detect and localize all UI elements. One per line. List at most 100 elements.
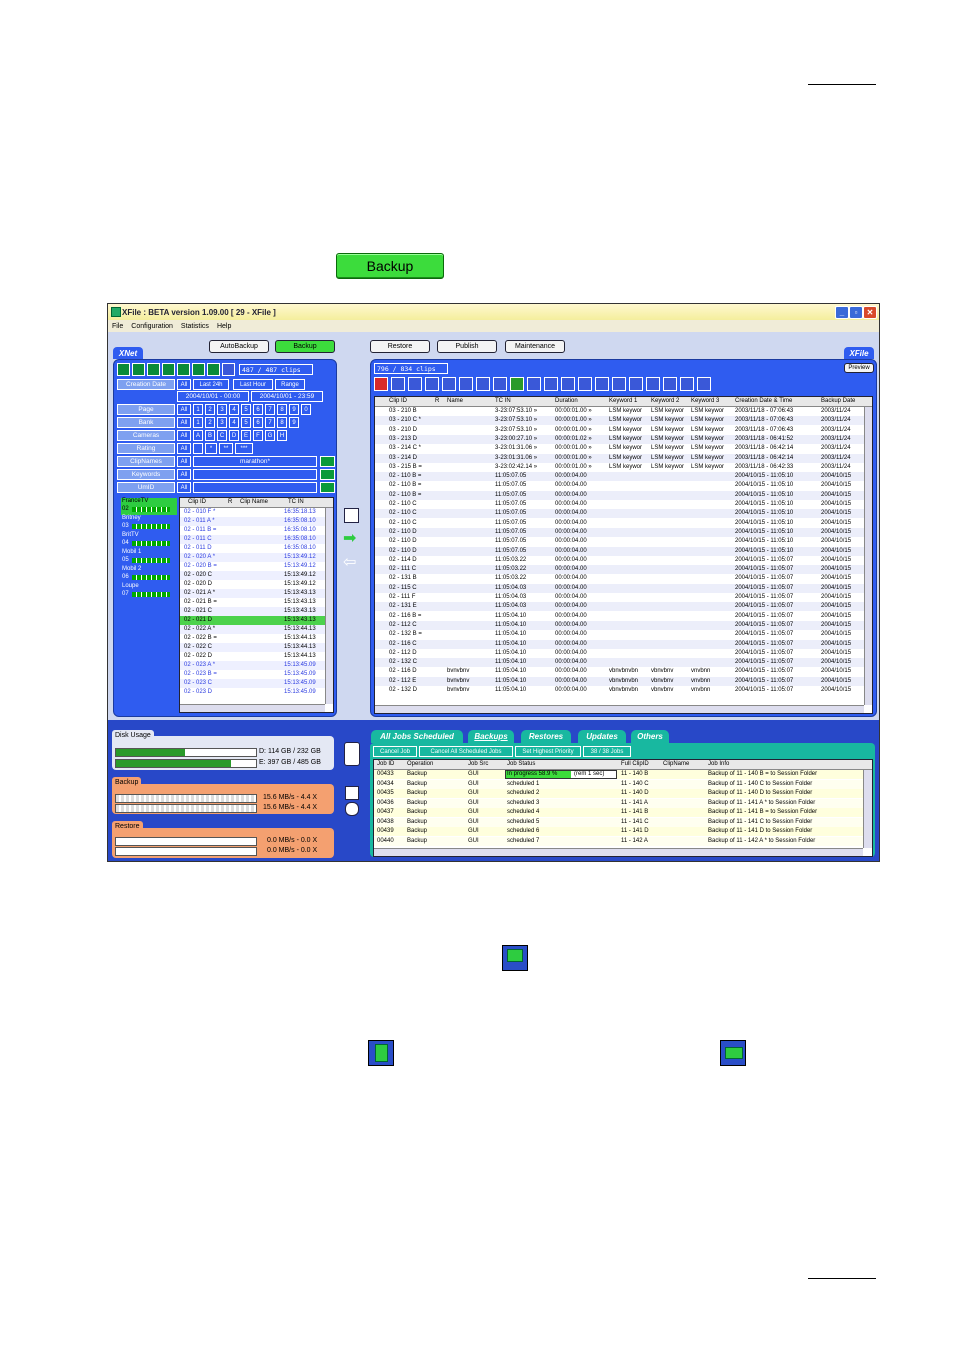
page-digit-7[interactable]: 7 bbox=[265, 404, 275, 415]
page-digit-6[interactable]: 6 bbox=[253, 404, 263, 415]
date-to-field[interactable]: 2004/10/01 - 23:59 bbox=[251, 391, 323, 402]
xfile-tab[interactable]: XFile bbox=[844, 347, 874, 359]
rating-3[interactable]: *** bbox=[235, 443, 253, 454]
mail-icon[interactable] bbox=[561, 377, 575, 391]
xcol-keyword2[interactable]: Keyword 2 bbox=[651, 398, 679, 404]
server-item[interactable]: Loupe 07 bbox=[121, 583, 177, 600]
camera-g[interactable]: G bbox=[265, 430, 275, 441]
close-icon[interactable]: ✕ bbox=[863, 306, 877, 319]
table-row[interactable]: 03 - 210 B 3-23:07:53.10 » 00:00:01.00 » LS… bbox=[375, 407, 864, 416]
keywords-go-icon[interactable] bbox=[320, 469, 335, 480]
box-icon[interactable] bbox=[578, 377, 592, 391]
table-row[interactable]: 02 - 110 C 11:05:07.05 00:00:04.00 2004/10/… bbox=[375, 518, 864, 528]
table-row[interactable]: 02 - 021 D 15:13:43.13 bbox=[180, 616, 325, 625]
filter-icon[interactable] bbox=[374, 377, 388, 391]
table-row[interactable]: 02 - 020 B = 15:13:49.12 bbox=[180, 562, 325, 571]
backup-button-large[interactable]: Backup bbox=[336, 253, 444, 279]
tab-updates[interactable]: Updates bbox=[578, 730, 626, 743]
table-row[interactable]: 00438 Backup GUI scheduled 5 11 - 141 C Backu… bbox=[374, 817, 863, 827]
minimize-icon[interactable]: _ bbox=[835, 306, 849, 319]
folder-icon[interactable] bbox=[442, 377, 456, 391]
check-icon[interactable] bbox=[345, 786, 359, 800]
table-row[interactable]: 00435 Backup GUI scheduled 2 11 - 140 D Backu… bbox=[374, 789, 863, 798]
table-row[interactable]: 02 - 116 D bvnvbnv 11:05:04.10 00:00:04.00 v… bbox=[375, 667, 864, 677]
filter-label-rating[interactable]: Rating bbox=[117, 443, 175, 454]
table-row[interactable]: 02 - 110 B = 11:05:07.05 00:00:04.00 2004/1… bbox=[375, 481, 864, 491]
check-transfer-icon[interactable] bbox=[344, 508, 359, 523]
key-icon[interactable] bbox=[207, 363, 220, 376]
camera-c[interactable]: C bbox=[217, 430, 227, 441]
table-row[interactable]: 02 - 020 A * 15:13:49.12 bbox=[180, 553, 325, 562]
maximize-icon[interactable]: ▫ bbox=[849, 306, 863, 319]
filter-range[interactable]: Range bbox=[275, 379, 305, 390]
bank-digit-6[interactable]: 6 bbox=[253, 417, 263, 428]
table-row[interactable]: 02 - 023 C 15:13:45.09 bbox=[180, 679, 325, 688]
page-digit-5[interactable]: 5 bbox=[241, 404, 251, 415]
bank-digit-5[interactable]: 5 bbox=[241, 417, 251, 428]
col-tc-in[interactable]: TC IN bbox=[288, 499, 304, 505]
arrow-right-icon[interactable]: ➡ bbox=[343, 531, 356, 547]
menu-file[interactable]: File bbox=[112, 323, 123, 330]
table-row[interactable]: 00433 Backup GUI In progress 58.9 % (rem 1 s… bbox=[374, 770, 863, 779]
camera-f[interactable]: F bbox=[253, 430, 263, 441]
table-row[interactable]: 02 - 131 B 11:05:03.22 00:00:04.00 2004/10/… bbox=[375, 574, 864, 584]
page-digit-8[interactable]: 8 bbox=[277, 404, 287, 415]
table-row[interactable]: 00437 Backup GUI scheduled 4 11 - 141 B Backu… bbox=[374, 808, 863, 817]
arrow-left-icon[interactable]: ⇦ bbox=[343, 555, 356, 571]
table-row[interactable]: 03 - 210 D 3-23:07:53.10 » 00:00:01.00 » LS… bbox=[375, 425, 864, 435]
table-row[interactable]: 00440 Backup GUI scheduled 7 11 - 142 A Backu… bbox=[374, 836, 863, 846]
menu-help[interactable]: Help bbox=[217, 323, 231, 330]
maintenance-button[interactable]: Maintenance bbox=[505, 340, 565, 353]
umid-go-icon[interactable] bbox=[320, 482, 335, 493]
keywords-input[interactable] bbox=[193, 469, 317, 480]
jcol-job-info[interactable]: Job Info bbox=[708, 761, 729, 767]
table-row[interactable]: 02 - 021 A * 15:13:43.13 bbox=[180, 589, 325, 598]
jcol-job-status[interactable]: Job Status bbox=[507, 761, 535, 767]
autobackup-button[interactable]: AutoBackup bbox=[209, 340, 269, 353]
film-icon[interactable] bbox=[192, 363, 205, 376]
set-priority-button[interactable]: Set Highest Priority bbox=[515, 746, 581, 757]
table-row[interactable]: 02 - 114 D 11:05:03.22 00:00:04.00 2004/10/… bbox=[375, 555, 864, 565]
col-r[interactable]: R bbox=[228, 499, 232, 505]
film-icon[interactable] bbox=[408, 377, 422, 391]
table-row[interactable]: 03 - 210 C * 3-23:07:53.10 » 00:00:01.00 »… bbox=[375, 416, 864, 426]
xnet-scrollbar[interactable] bbox=[325, 508, 333, 704]
xcol-keyword3[interactable]: Keyword 3 bbox=[691, 398, 719, 404]
table-row[interactable]: 02 - 022 B = 15:13:44.13 bbox=[180, 634, 325, 643]
target-icon[interactable] bbox=[646, 377, 660, 391]
xfile-scrollbar[interactable] bbox=[864, 407, 872, 705]
page-digit-4[interactable]: 4 bbox=[229, 404, 239, 415]
table-row[interactable]: 02 - 110 B = 11:05:07.05 00:00:04.00 2004/1… bbox=[375, 472, 864, 482]
rating-1[interactable]: * bbox=[205, 443, 217, 454]
table-row[interactable]: 02 - 010 F * 16:35:18.13 bbox=[180, 508, 325, 517]
list-icon[interactable] bbox=[544, 377, 558, 391]
tab-all-jobs[interactable]: All Jobs Scheduled bbox=[371, 730, 463, 743]
bank-digit-4[interactable]: 4 bbox=[229, 417, 239, 428]
disk-icon[interactable] bbox=[629, 377, 643, 391]
table-row[interactable]: 00436 Backup GUI scheduled 3 11 - 141 A Backu… bbox=[374, 798, 863, 808]
xcol-keyword1[interactable]: Keyword 1 bbox=[609, 398, 637, 404]
preview-button[interactable]: Preview bbox=[844, 363, 874, 373]
table-row[interactable]: 02 - 022 D 15:13:44.13 bbox=[180, 652, 325, 661]
tab-others[interactable]: Others bbox=[631, 730, 669, 743]
xcol-clip-id[interactable]: Clip ID bbox=[389, 398, 407, 404]
filter-all-keywords[interactable]: All bbox=[177, 469, 191, 480]
star-icon[interactable] bbox=[527, 377, 541, 391]
filter-label-clipnames[interactable]: ClipNames bbox=[117, 456, 175, 467]
settings-icon[interactable] bbox=[132, 363, 145, 376]
document-icon[interactable] bbox=[147, 363, 160, 376]
table-row[interactable]: 03 - 215 B = 3-23:02:42.14 » 00:00:01.00 »… bbox=[375, 462, 864, 472]
table-row[interactable]: 02 - 023 A * 15:13:45.09 bbox=[180, 661, 325, 670]
table-row[interactable]: 02 - 131 E 11:05:04.03 00:00:04.00 2004/10/… bbox=[375, 602, 864, 612]
jobs-scrollbar[interactable] bbox=[863, 770, 872, 848]
bank-digit-8[interactable]: 8 bbox=[277, 417, 287, 428]
filter-label-keywords[interactable]: Keywords bbox=[117, 469, 175, 480]
table-row[interactable]: 02 - 021 C 15:13:43.13 bbox=[180, 607, 325, 616]
xfile-hscrollbar[interactable] bbox=[375, 705, 864, 713]
camera-d[interactable]: D bbox=[229, 430, 239, 441]
filter-label-page[interactable]: Page bbox=[117, 404, 175, 415]
page-digit-2[interactable]: 2 bbox=[205, 404, 215, 415]
umid-input[interactable] bbox=[193, 482, 317, 493]
traffic-light-icon[interactable] bbox=[344, 742, 360, 766]
bank-digit-7[interactable]: 7 bbox=[265, 417, 275, 428]
